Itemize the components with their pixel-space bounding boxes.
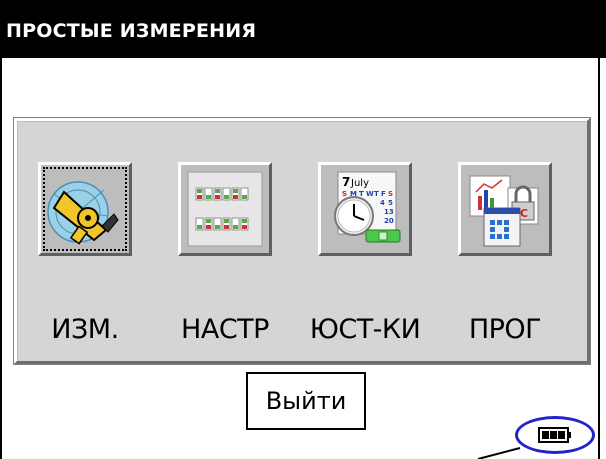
callout-pointer <box>477 447 521 459</box>
battery-icon <box>538 427 571 443</box>
